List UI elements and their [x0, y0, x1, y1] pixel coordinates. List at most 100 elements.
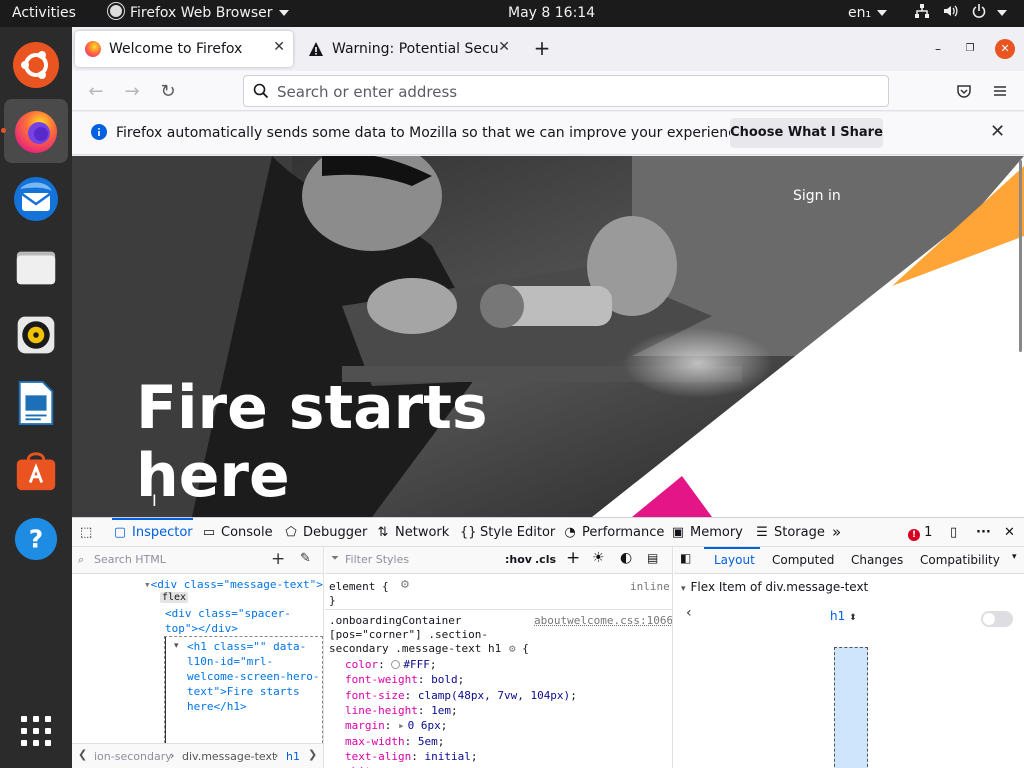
- dock-ubuntu-software-center[interactable]: [4, 439, 68, 503]
- css-property[interactable]: margin: [345, 719, 385, 732]
- highlight-toggle[interactable]: [981, 611, 1013, 627]
- print-icon[interactable]: ▤: [647, 551, 658, 565]
- breadcrumb-item[interactable]: h1: [286, 750, 300, 763]
- dock-side-icon[interactable]: ▯: [950, 518, 957, 547]
- tab-network[interactable]: ⇅ Network: [375, 518, 450, 547]
- url-bar[interactable]: Search or enter address: [243, 75, 889, 107]
- app-menu[interactable]: Firefox Web Browser: [108, 0, 289, 27]
- gear-icon[interactable]: ⚙: [400, 578, 410, 591]
- tab-computed[interactable]: Computed: [772, 553, 834, 567]
- pocket-icon[interactable]: [956, 83, 972, 99]
- activities-button[interactable]: Activities: [12, 0, 76, 27]
- close-icon[interactable]: ✕: [273, 39, 285, 55]
- dock-libreoffice-writer[interactable]: [4, 371, 68, 435]
- forward-button[interactable]: →: [119, 79, 145, 105]
- tab-security-warning[interactable]: Warning: Potential Security Risk Ahead ✕: [298, 31, 512, 67]
- css-value[interactable]: clamp(48px, 7vw, 104px): [418, 689, 570, 702]
- markup-node-div[interactable]: ▾<div class="message-text">: [144, 578, 323, 591]
- tab-inspector[interactable]: ▢ Inspector: [112, 518, 193, 547]
- css-declaration[interactable]: font-size: clamp(48px, 7vw, 104px);: [345, 689, 577, 702]
- css-declaration[interactable]: color: #FFF;: [345, 658, 437, 671]
- css-property[interactable]: font-weight: [345, 673, 418, 686]
- maximize-button[interactable]: ❐: [960, 39, 980, 59]
- breadcrumb-item[interactable]: ion-secondary: [94, 750, 172, 763]
- light-theme-icon[interactable]: ☀: [592, 550, 605, 566]
- css-property[interactable]: text-align: [345, 750, 411, 763]
- css-value[interactable]: 0 6px: [408, 719, 441, 732]
- close-icon[interactable]: ✕: [1004, 518, 1015, 547]
- dock-firefox[interactable]: [4, 99, 68, 163]
- minimize-button[interactable]: –: [928, 39, 948, 59]
- hover-state-toggle[interactable]: :hov: [505, 553, 532, 566]
- tab-changes[interactable]: Changes: [851, 553, 903, 567]
- choose-what-i-share-button[interactable]: Choose What I Share: [730, 118, 883, 148]
- css-property[interactable]: line-height: [345, 704, 418, 717]
- clock[interactable]: May 8 16:14: [508, 0, 595, 27]
- show-applications-button[interactable]: [4, 699, 68, 763]
- css-declaration[interactable]: font-weight: bold;: [345, 673, 464, 686]
- chevron-down-icon[interactable]: ▾: [1012, 552, 1017, 562]
- reload-button[interactable]: ↻: [155, 79, 181, 105]
- toggle-sidebar-icon[interactable]: ◧: [680, 551, 691, 565]
- css-value[interactable]: initial: [424, 750, 470, 763]
- css-value[interactable]: bold: [431, 673, 458, 686]
- input-source-menu[interactable]: en₁: [848, 0, 888, 27]
- tab-console[interactable]: ▭ Console: [201, 518, 273, 547]
- css-value[interactable]: 5em: [418, 735, 438, 748]
- rule-selector[interactable]: .onboardingContainer [pos="corner"] .sec…: [329, 614, 529, 656]
- filter-styles-input[interactable]: Filter Styles: [345, 553, 409, 566]
- element-picker-icon[interactable]: ⬚: [80, 518, 92, 547]
- error-count[interactable]: ! 1: [908, 518, 932, 547]
- tab-performance[interactable]: ◔ Performance: [562, 518, 664, 547]
- close-icon[interactable]: ✕: [990, 121, 1005, 142]
- css-property[interactable]: font-size: [345, 689, 405, 702]
- tab-layout[interactable]: Layout: [714, 553, 755, 567]
- dock-rhythmbox[interactable]: [4, 303, 68, 367]
- system-menu[interactable]: [914, 0, 1008, 27]
- css-value[interactable]: #FFF: [403, 658, 430, 671]
- more-tabs-icon[interactable]: »: [832, 518, 841, 547]
- tab-debugger[interactable]: ⬠ Debugger: [283, 518, 367, 547]
- flex-badge[interactable]: flex: [160, 592, 189, 603]
- dark-theme-icon[interactable]: ◐: [620, 550, 632, 566]
- dock-help[interactable]: ?: [4, 507, 68, 571]
- search-html-input[interactable]: Search HTML: [94, 553, 166, 566]
- tab-compatibility[interactable]: Compatibility: [920, 553, 1000, 567]
- css-property[interactable]: max-width: [345, 735, 405, 748]
- tab-welcome[interactable]: Welcome to Firefox ✕: [75, 31, 293, 67]
- flex-item-selector[interactable]: h1 ⬍: [830, 609, 857, 623]
- new-tab-button[interactable]: +: [532, 38, 552, 58]
- expand-arrow-icon[interactable]: ▸: [398, 719, 405, 732]
- chevron-left-icon[interactable]: ‹: [686, 605, 692, 621]
- css-value[interactable]: 1em: [431, 704, 451, 717]
- sign-in-link[interactable]: Sign in: [793, 188, 841, 204]
- breadcrumb-item[interactable]: div.message-text: [182, 750, 276, 763]
- add-node-icon[interactable]: +: [271, 549, 285, 569]
- css-declaration[interactable]: margin: ▸ 0 6px;: [345, 719, 447, 732]
- css-declaration[interactable]: max-width: 5em;: [345, 735, 444, 748]
- gear-icon[interactable]: ⚙: [509, 642, 516, 655]
- close-window-button[interactable]: ✕: [995, 39, 1015, 59]
- color-swatch[interactable]: [391, 660, 401, 669]
- flex-item-header[interactable]: ▾ Flex Item of div.message-text: [681, 580, 868, 594]
- css-property[interactable]: color: [345, 658, 378, 671]
- chevron-right-icon[interactable]: ❯: [308, 748, 317, 761]
- tab-style-editor[interactable]: {} Style Editor: [460, 518, 555, 547]
- dock-files[interactable]: [4, 235, 68, 299]
- css-declaration[interactable]: line-height: 1em;: [345, 704, 458, 717]
- css-declaration[interactable]: text-align: initial;: [345, 750, 477, 763]
- more-options-icon[interactable]: ···: [976, 518, 991, 547]
- add-rule-icon[interactable]: +: [566, 548, 580, 568]
- page-scrollbar[interactable]: [1019, 160, 1022, 352]
- dock-ubuntu-software[interactable]: [4, 33, 68, 97]
- tab-memory[interactable]: ▣ Memory: [670, 518, 743, 547]
- back-button[interactable]: ←: [83, 79, 109, 105]
- close-icon[interactable]: ✕: [498, 39, 510, 55]
- eyedropper-icon[interactable]: ✎: [300, 551, 311, 566]
- tab-storage[interactable]: ☰ Storage: [754, 518, 825, 547]
- markup-node-spacer[interactable]: <div class="spacer-top"></div>: [165, 606, 315, 636]
- dock-thunderbird[interactable]: [4, 167, 68, 231]
- rule-source-link[interactable]: aboutwelcome.css:1066: [534, 614, 672, 627]
- menu-icon[interactable]: [992, 83, 1008, 99]
- chevron-left-icon[interactable]: ❮: [78, 748, 87, 761]
